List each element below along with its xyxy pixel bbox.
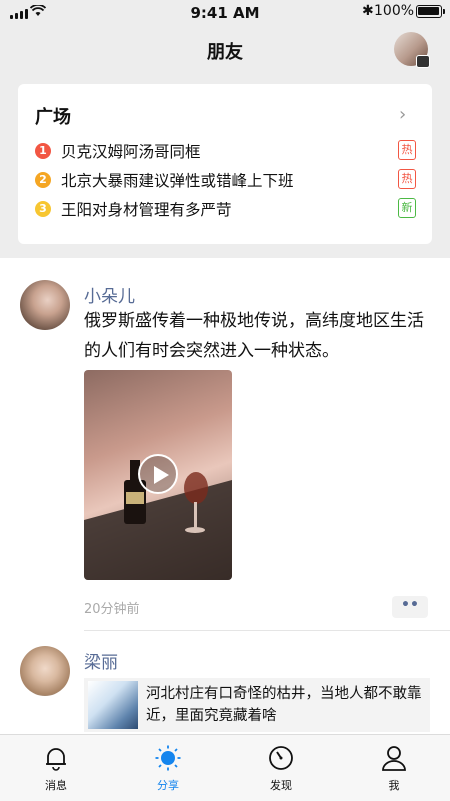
hot-badge: 热 bbox=[398, 140, 416, 160]
moments-feed[interactable]: 小朵儿 俄罗斯盛传着一种极地传说，高纬度地区生活的人们有时会突然进入一种状态。 … bbox=[0, 258, 450, 734]
square-card[interactable]: 广场 › 1 贝克汉姆阿汤哥同框 热 2 北京大暴雨建议弹性或错峰上下班 热 3… bbox=[18, 84, 432, 244]
tab-label: 消息 bbox=[45, 779, 67, 792]
trend-item[interactable]: 2 北京大暴雨建议弹性或错峰上下班 热 bbox=[35, 169, 416, 193]
avatar[interactable] bbox=[20, 280, 70, 330]
rank-badge: 1 bbox=[35, 143, 51, 159]
article-thumbnail bbox=[88, 681, 138, 729]
tab-share[interactable]: 分享 bbox=[112, 735, 224, 801]
tab-label: 分享 bbox=[157, 779, 179, 792]
tab-label: 我 bbox=[388, 779, 400, 792]
person-icon bbox=[382, 746, 406, 771]
compass-icon bbox=[269, 746, 293, 770]
nav-bar: 朋友 bbox=[0, 26, 450, 74]
trend-item[interactable]: 3 王阳对身材管理有多严苛 新 bbox=[35, 198, 416, 222]
new-badge: 新 bbox=[398, 198, 416, 218]
trend-text: 北京大暴雨建议弹性或错峰上下班 bbox=[61, 172, 294, 190]
more-actions-button[interactable]: •• bbox=[392, 596, 428, 618]
rank-badge: 3 bbox=[35, 201, 51, 217]
trend-item[interactable]: 1 贝克汉姆阿汤哥同框 热 bbox=[35, 140, 416, 164]
tab-label: 发现 bbox=[270, 779, 292, 792]
camera-icon[interactable] bbox=[416, 55, 430, 68]
avatar[interactable] bbox=[20, 646, 70, 696]
post-text: 俄罗斯盛传着一种极地传说，高纬度地区生活的人们有时会突然进入一种状态。 bbox=[84, 311, 424, 361]
status-bar: 9:41 AM ✱ 100% bbox=[0, 0, 450, 26]
bluetooth-icon: ✱ bbox=[362, 3, 374, 19]
rank-badge: 2 bbox=[35, 172, 51, 188]
poster-name[interactable]: 小朵儿 bbox=[84, 282, 135, 307]
tab-discover[interactable]: 发现 bbox=[225, 735, 337, 801]
post-video-thumbnail[interactable] bbox=[84, 370, 232, 580]
post-timestamp: 20分钟前 bbox=[84, 602, 140, 617]
article-title: 河北村庄有口奇怪的枯井，当地人都不敢靠近，里面究竟藏着啥 bbox=[146, 686, 422, 724]
trend-text: 贝克汉姆阿汤哥同框 bbox=[61, 143, 201, 161]
shared-article-card[interactable]: 河北村庄有口奇怪的枯井，当地人都不敢靠近，里面究竟藏着啥 bbox=[84, 678, 430, 732]
page-title: 朋友 bbox=[207, 42, 243, 63]
battery-tip bbox=[443, 9, 445, 14]
chevron-right-icon[interactable]: › bbox=[399, 104, 406, 125]
battery-icon bbox=[416, 5, 442, 18]
trend-text: 王阳对身材管理有多严苛 bbox=[61, 201, 232, 219]
tab-bar: 消息 分享 发现 我 bbox=[0, 734, 450, 801]
post-divider bbox=[84, 630, 450, 631]
poster-name[interactable]: 梁丽 bbox=[84, 648, 118, 673]
hot-badge: 热 bbox=[398, 169, 416, 189]
bell-icon bbox=[46, 748, 66, 771]
battery-percent: 100% bbox=[374, 3, 415, 19]
tab-messages[interactable]: 消息 bbox=[0, 735, 112, 801]
square-title: 广场 bbox=[35, 107, 71, 128]
sun-icon bbox=[155, 745, 181, 771]
tab-me[interactable]: 我 bbox=[338, 735, 450, 801]
play-icon[interactable] bbox=[138, 454, 178, 494]
